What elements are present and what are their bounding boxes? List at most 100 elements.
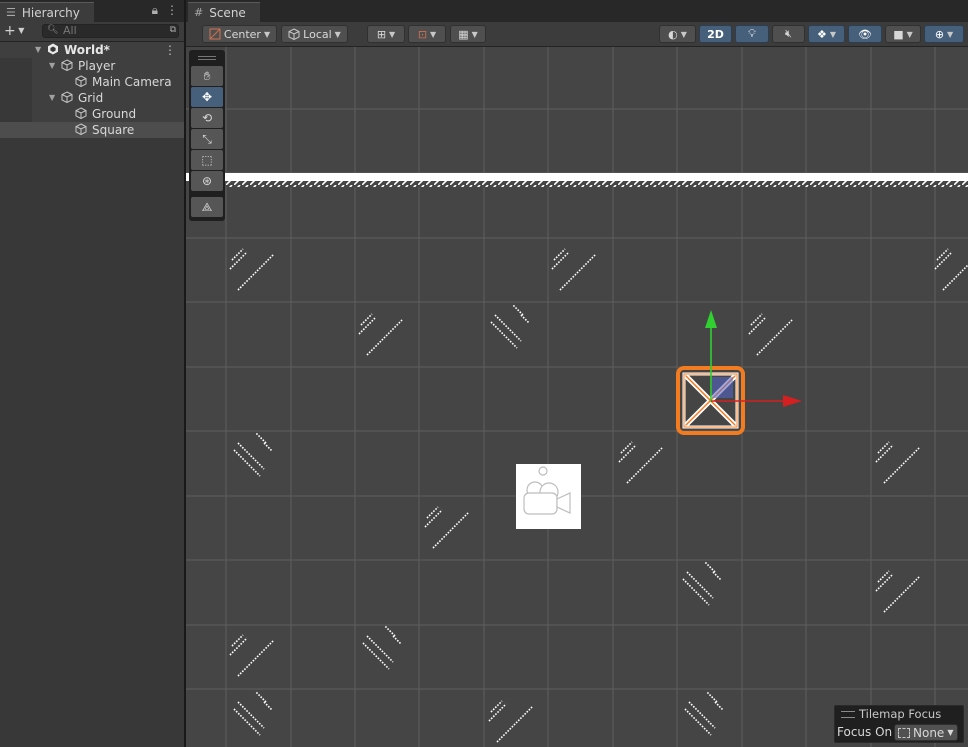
scale-tool-button[interactable]: ⤡ bbox=[191, 129, 223, 149]
tab-scene[interactable]: # Scene bbox=[188, 2, 260, 22]
grid-visibility-button[interactable]: ▦ ▼ bbox=[450, 25, 486, 43]
gameobject-cube-icon bbox=[75, 123, 87, 135]
local-cube-icon bbox=[288, 28, 300, 40]
tile-mark bbox=[934, 248, 968, 291]
shading-sphere-icon: ◐ bbox=[668, 27, 678, 41]
rect-icon: ⬚ bbox=[201, 153, 213, 167]
increment-snap-button[interactable]: ⊡ ▼ bbox=[408, 25, 446, 43]
scene-kebab-icon[interactable]: ⋮ bbox=[164, 42, 176, 58]
2d-mode-toggle[interactable]: 2D bbox=[699, 25, 732, 43]
tab-hierarchy-label: Hierarchy bbox=[21, 5, 80, 20]
camera-gizmo[interactable] bbox=[516, 464, 581, 529]
tab-hierarchy[interactable]: ☰ Hierarchy bbox=[0, 2, 94, 22]
camera-settings-dropdown[interactable]: ■ ▼ bbox=[885, 25, 921, 43]
scene-viewport[interactable]: ✋︎ ✥ ⟲ ⤡ ⬚ ⊛ ⟁ Tilemap Focus Focus On No… bbox=[186, 47, 968, 747]
dropdown-caret-icon: ▼ bbox=[334, 29, 341, 39]
move-gizmo-x-arrow[interactable] bbox=[783, 395, 802, 407]
palette-grip-icon[interactable] bbox=[198, 56, 216, 60]
search-placeholder: All bbox=[63, 24, 77, 37]
move-gizmo-plane-handle[interactable] bbox=[712, 377, 733, 398]
dropdown-caret-icon: ▼ bbox=[947, 728, 954, 737]
scene-tabbar: # Scene bbox=[186, 0, 968, 22]
custom-tool-icon: ⟁ bbox=[201, 199, 213, 214]
transform-tool-button[interactable]: ⊛ bbox=[191, 171, 223, 191]
scene-toolbar: Center ▼ Local ▼ ⊞ ▼ ⊡ ▼ ▦ ▼ ◐ ▼ 2D 💡︎ 🔇︎ ❖ ▼ 👁… bbox=[186, 22, 968, 47]
tile-mark bbox=[875, 570, 921, 613]
dropdown-caret-icon: ▼ bbox=[263, 29, 271, 39]
tree-item-square[interactable]: Square bbox=[0, 122, 184, 138]
dropdown-caret-icon: ▼ bbox=[471, 29, 478, 39]
tile-mark bbox=[748, 313, 794, 356]
gizmo-globe-icon: ⊕ bbox=[934, 27, 945, 41]
hierarchy-search-field[interactable]: 🔍︎ All ⧉ bbox=[42, 24, 179, 38]
pivot-center-dropdown[interactable]: Center ▼ bbox=[202, 25, 277, 43]
tile-mark bbox=[362, 625, 402, 670]
scene-root-row[interactable]: ▼ World* ⋮ bbox=[0, 42, 184, 58]
scene-visibility-toggle[interactable]: 👁︎ bbox=[848, 25, 882, 43]
hierarchy-toolbar: + ▼ 🔍︎ All ⧉ bbox=[0, 22, 184, 42]
focus-on-value: None bbox=[913, 725, 945, 740]
grid-snap-button[interactable]: ⊞ ▼ bbox=[367, 25, 405, 43]
pivot-rotation-dropdown[interactable]: Local ▼ bbox=[281, 25, 348, 43]
effects-layers-icon: ❖ bbox=[816, 27, 827, 41]
unity-scene-icon bbox=[48, 43, 58, 55]
move-tool-button[interactable]: ✥ bbox=[191, 87, 223, 107]
dropdown-caret-icon: ▼ bbox=[680, 29, 687, 39]
tile-mark bbox=[358, 313, 404, 356]
tree-item-grid[interactable]: ▼ Grid bbox=[0, 90, 184, 106]
hierarchy-tree: ▼ World* ⋮ ▼ Player Main Camera ▼ Grid G… bbox=[0, 42, 184, 138]
tile-mark bbox=[490, 304, 530, 349]
move-gizmo-y-arrow[interactable] bbox=[705, 310, 717, 328]
search-filter-icon[interactable]: ⧉ bbox=[170, 25, 176, 35]
foldout-arrow-icon[interactable]: ▼ bbox=[49, 90, 55, 106]
overlay-grip-icon bbox=[841, 711, 855, 718]
overlay-title[interactable]: Tilemap Focus bbox=[841, 707, 941, 721]
lighting-toggle[interactable]: 💡︎ bbox=[735, 25, 769, 43]
tree-item-player[interactable]: ▼ Player bbox=[0, 58, 184, 74]
audio-toggle[interactable]: 🔇︎ bbox=[772, 25, 805, 43]
dropdown-caret-icon: ▼ bbox=[947, 29, 954, 39]
tree-item-main-camera[interactable]: Main Camera bbox=[0, 74, 184, 90]
audio-mute-icon: 🔇︎ bbox=[785, 27, 792, 40]
gizmos-dropdown[interactable]: ⊕ ▼ bbox=[924, 25, 964, 43]
tilemap-focus-overlay: Tilemap Focus Focus On None ▼ bbox=[834, 705, 964, 743]
dropdown-caret-icon: ▼ bbox=[389, 29, 396, 39]
tile-mark bbox=[551, 248, 597, 291]
tile-mark bbox=[684, 691, 724, 736]
hierarchy-tabbar: ☰ Hierarchy 🔒︎ ⋮ bbox=[0, 0, 184, 22]
foldout-arrow-icon[interactable]: ▼ bbox=[35, 42, 41, 58]
foldout-arrow-icon[interactable]: ▼ bbox=[49, 58, 55, 74]
draw-mode-dropdown[interactable]: ◐ ▼ bbox=[659, 25, 696, 43]
scene-canvas[interactable] bbox=[186, 47, 968, 747]
hand-tool-button[interactable]: ✋︎ bbox=[191, 66, 223, 86]
dropdown-caret-icon: ▼ bbox=[906, 29, 913, 39]
scale-icon: ⤡ bbox=[202, 131, 212, 146]
focus-on-dropdown[interactable]: None ▼ bbox=[894, 724, 958, 741]
effects-dropdown[interactable]: ❖ ▼ bbox=[808, 25, 845, 43]
scene-panel: # Scene Center ▼ Local ▼ ⊞ ▼ ⊡ ▼ ▦ ▼ ◐ ▼ 2D 💡︎… bbox=[186, 0, 968, 747]
tree-item-label: Grid bbox=[78, 91, 104, 105]
hidden-eye-icon: 👁︎ bbox=[858, 27, 872, 41]
rotate-tool-button[interactable]: ⟲ bbox=[191, 108, 223, 128]
pivot-icon bbox=[209, 28, 221, 40]
tile-mark bbox=[229, 634, 275, 677]
create-button[interactable]: + ▼ bbox=[4, 23, 24, 39]
rotate-icon: ⟲ bbox=[201, 111, 213, 125]
tree-item-label: Player bbox=[78, 59, 116, 73]
rect-tool-button[interactable]: ⬚ bbox=[191, 150, 223, 170]
ground-tile-row bbox=[186, 173, 968, 187]
move-arrows-icon: ✥ bbox=[201, 90, 213, 104]
tile-mark bbox=[618, 441, 664, 484]
lock-icon[interactable]: 🔒︎ bbox=[152, 3, 158, 18]
custom-tool-button[interactable]: ⟁ bbox=[191, 197, 223, 217]
plus-icon: + bbox=[4, 23, 16, 39]
tree-item-ground[interactable]: Ground bbox=[0, 106, 184, 122]
gameobject-cube-icon bbox=[75, 107, 87, 119]
tool-palette: ✋︎ ✥ ⟲ ⤡ ⬚ ⊛ ⟁ bbox=[189, 50, 225, 221]
grid-hash-icon: # bbox=[194, 6, 204, 19]
focus-on-label: Focus On bbox=[837, 725, 893, 739]
search-icon: 🔍︎ bbox=[47, 25, 59, 35]
kebab-menu-icon[interactable]: ⋮ bbox=[166, 3, 178, 18]
hierarchy-panel: ☰ Hierarchy 🔒︎ ⋮ + ▼ 🔍︎ All ⧉ ▼ World* ⋮… bbox=[0, 0, 184, 747]
hand-icon: ✋︎ bbox=[203, 68, 211, 83]
